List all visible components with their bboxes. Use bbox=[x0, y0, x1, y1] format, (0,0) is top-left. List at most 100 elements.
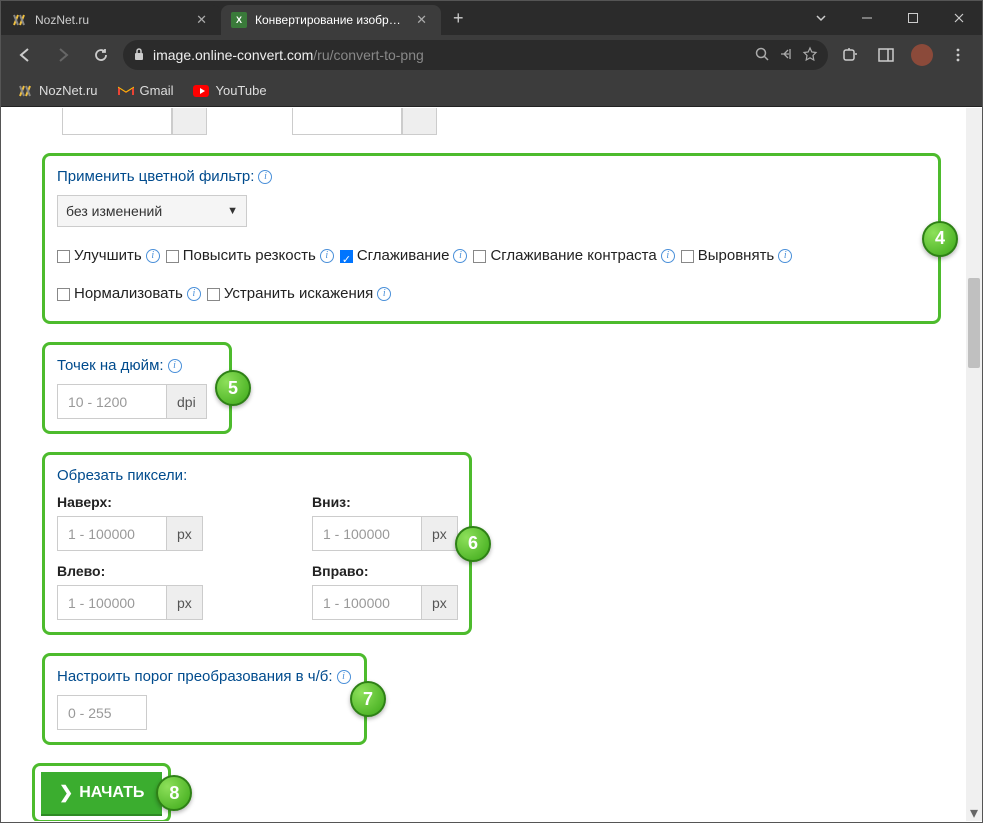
tab-title: Конвертирование изображени bbox=[255, 13, 404, 27]
window-dropdown-icon[interactable] bbox=[798, 1, 844, 35]
new-tab-button[interactable]: + bbox=[441, 1, 476, 35]
checkbox-contrast-smooth[interactable] bbox=[473, 250, 486, 263]
checkbox-label: Сглаживание bbox=[357, 241, 450, 271]
checkbox-equalize[interactable] bbox=[681, 250, 694, 263]
callout-5: 5 bbox=[215, 370, 251, 406]
browser-tab-inactive[interactable]: NozNet.ru ✕ bbox=[1, 5, 221, 35]
titlebar: NozNet.ru ✕ X Конвертирование изображени… bbox=[1, 1, 982, 35]
scrollbar-down-arrow[interactable]: ▾ bbox=[966, 805, 982, 821]
extensions-icon[interactable] bbox=[834, 39, 866, 71]
color-filter-section: 4 Применить цветной фильтр: i без измене… bbox=[42, 153, 941, 324]
callout-4: 4 bbox=[922, 221, 958, 257]
page-content: 4 Применить цветной фильтр: i без измене… bbox=[2, 108, 981, 821]
menu-icon[interactable] bbox=[942, 39, 974, 71]
threshold-label: Настроить порог преобразования в ч/б: i bbox=[57, 668, 352, 685]
tab-close-icon[interactable]: ✕ bbox=[192, 12, 211, 28]
crop-top-input[interactable] bbox=[57, 516, 167, 551]
start-button[interactable]: ❯ НАЧАТЬ bbox=[41, 772, 162, 814]
checkbox-sharpen[interactable] bbox=[166, 250, 179, 263]
bookmark-youtube[interactable]: YouTube bbox=[185, 79, 274, 103]
scrollbar-thumb[interactable] bbox=[968, 278, 980, 368]
window-maximize-button[interactable] bbox=[890, 1, 936, 35]
info-icon[interactable]: i bbox=[146, 249, 160, 263]
info-icon[interactable]: i bbox=[168, 359, 182, 373]
dpi-input[interactable] bbox=[57, 384, 167, 419]
nav-reload-button[interactable] bbox=[85, 39, 117, 71]
chevron-right-icon: ❯ bbox=[59, 783, 73, 803]
threshold-section: 7 Настроить порог преобразования в ч/б: … bbox=[42, 653, 367, 745]
tab-close-icon[interactable]: ✕ bbox=[412, 12, 431, 28]
info-icon[interactable]: i bbox=[778, 249, 792, 263]
youtube-icon bbox=[193, 83, 209, 99]
window-close-button[interactable] bbox=[936, 1, 982, 35]
nav-forward-button[interactable] bbox=[47, 39, 79, 71]
checkbox-label: Выровнять bbox=[698, 241, 775, 271]
bookmark-label: NozNet.ru bbox=[39, 83, 98, 98]
noznet-favicon bbox=[11, 12, 27, 28]
window-minimize-button[interactable] bbox=[844, 1, 890, 35]
tab-title: NozNet.ru bbox=[35, 13, 184, 27]
share-icon[interactable] bbox=[778, 46, 794, 65]
checkbox-despeckle[interactable] bbox=[207, 288, 220, 301]
checkbox-enhance[interactable] bbox=[57, 250, 70, 263]
nav-back-button[interactable] bbox=[9, 39, 41, 71]
crop-right-input[interactable] bbox=[312, 585, 422, 620]
start-button-label: НАЧАТЬ bbox=[79, 784, 144, 802]
address-bar[interactable]: image.online-convert.com/ru/convert-to-p… bbox=[123, 40, 828, 70]
browser-tab-active[interactable]: X Конвертирование изображени ✕ bbox=[221, 5, 441, 35]
crop-label: Обрезать пиксели: bbox=[57, 467, 457, 484]
bookmark-gmail[interactable]: Gmail bbox=[110, 79, 182, 103]
unit-label: px bbox=[167, 585, 203, 620]
callout-8: 8 bbox=[156, 775, 192, 811]
profile-avatar[interactable] bbox=[906, 39, 938, 71]
bookmark-noznet[interactable]: NozNet.ru bbox=[9, 79, 106, 103]
caret-down-icon: ▼ bbox=[227, 205, 238, 217]
checkbox-antialias[interactable] bbox=[340, 250, 353, 263]
gmail-icon bbox=[118, 83, 134, 99]
side-panel-icon[interactable] bbox=[870, 39, 902, 71]
dpi-unit: dpi bbox=[167, 384, 207, 419]
bookmark-bar: NozNet.ru Gmail YouTube bbox=[1, 75, 982, 107]
threshold-input[interactable] bbox=[57, 695, 147, 730]
bookmark-label: YouTube bbox=[215, 83, 266, 98]
info-icon[interactable]: i bbox=[258, 170, 272, 184]
crop-bottom-label: Вниз: bbox=[312, 494, 517, 510]
info-icon[interactable]: i bbox=[337, 670, 351, 684]
crop-bottom-input[interactable] bbox=[312, 516, 422, 551]
truncated-row bbox=[42, 123, 941, 143]
url-text: image.online-convert.com/ru/convert-to-p… bbox=[153, 47, 746, 63]
info-icon[interactable]: i bbox=[377, 287, 391, 301]
checkbox-label: Сглаживание контраста bbox=[490, 241, 656, 271]
checkbox-normalize[interactable] bbox=[57, 288, 70, 301]
search-icon[interactable] bbox=[754, 46, 770, 65]
checkbox-label: Улучшить bbox=[74, 241, 142, 271]
checkbox-label: Повысить резкость bbox=[183, 241, 316, 271]
crop-top-label: Наверх: bbox=[57, 494, 262, 510]
bookmark-label: Gmail bbox=[140, 83, 174, 98]
info-icon[interactable]: i bbox=[661, 249, 675, 263]
info-icon[interactable]: i bbox=[320, 249, 334, 263]
dpi-label: Точек на дюйм: i bbox=[57, 357, 217, 374]
noznet-icon bbox=[17, 83, 33, 99]
unit-label: px bbox=[167, 516, 203, 551]
unit-label: px bbox=[422, 516, 458, 551]
info-icon[interactable]: i bbox=[187, 287, 201, 301]
unit-label: px bbox=[422, 585, 458, 620]
callout-6: 6 bbox=[455, 526, 491, 562]
filter-select[interactable]: без изменений ▼ bbox=[57, 195, 247, 227]
checkbox-label: Устранить искажения bbox=[224, 279, 373, 309]
crop-section: 6 Обрезать пиксели: Наверх: px Вниз: px … bbox=[42, 452, 472, 635]
bookmark-star-icon[interactable] bbox=[802, 46, 818, 65]
callout-7: 7 bbox=[350, 681, 386, 717]
dpi-section: 5 Точек на дюйм: i dpi bbox=[42, 342, 232, 434]
vertical-scrollbar[interactable]: ▾ bbox=[966, 108, 982, 821]
lock-icon bbox=[133, 47, 145, 64]
crop-right-label: Вправо: bbox=[312, 563, 517, 579]
crop-left-label: Влево: bbox=[57, 563, 262, 579]
navbar: image.online-convert.com/ru/convert-to-p… bbox=[1, 35, 982, 75]
filter-label: Применить цветной фильтр: i bbox=[57, 168, 926, 185]
crop-left-input[interactable] bbox=[57, 585, 167, 620]
checkbox-label: Нормализовать bbox=[74, 279, 183, 309]
info-icon[interactable]: i bbox=[453, 249, 467, 263]
start-section: 8 ❯ НАЧАТЬ bbox=[32, 763, 171, 821]
